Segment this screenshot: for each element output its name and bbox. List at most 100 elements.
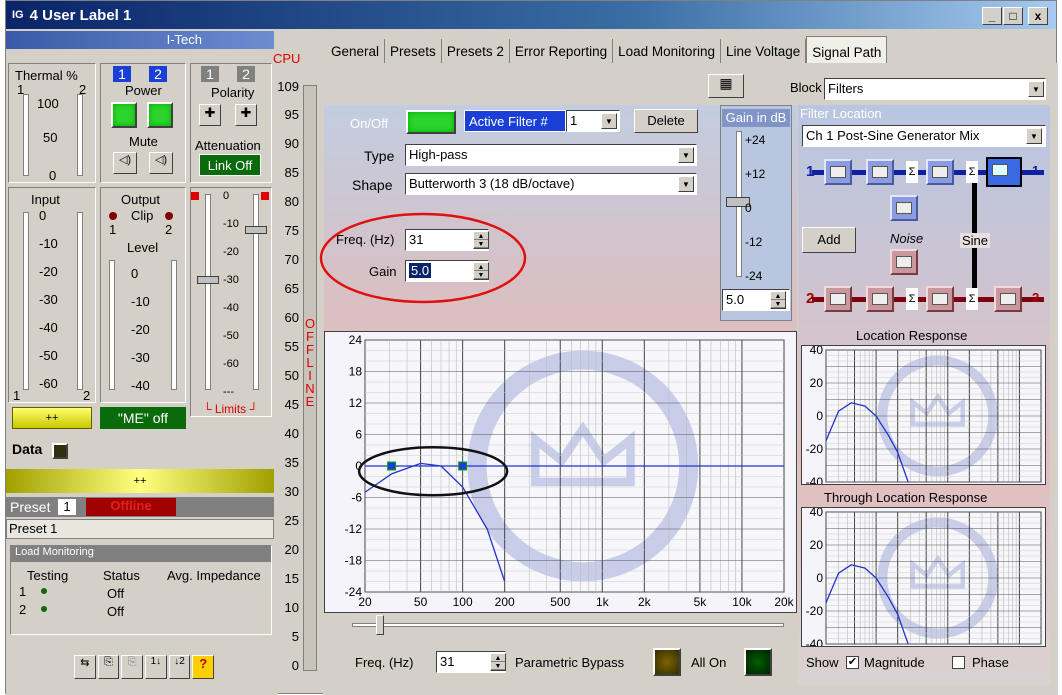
power-ch1-button[interactable]	[111, 102, 137, 128]
ch2-filter-slot-1[interactable]	[824, 286, 852, 312]
tab-line-voltage[interactable]: Line Voltage	[721, 39, 807, 63]
shape-select[interactable]: Butterworth 3 (18 dB/octave)	[405, 173, 697, 195]
filter-location-dropdown-icon[interactable]: ▼	[1026, 128, 1042, 144]
tab-general[interactable]: General	[326, 39, 386, 63]
tick-label: 45	[284, 397, 299, 412]
x-tick-label: 200	[495, 595, 515, 609]
attenuation-label: Attenuation	[195, 138, 261, 153]
tick-label: 55	[284, 339, 299, 354]
attenuation-panel: 0 -10 -20 -30 -40 -50 -60 --- └ Limits ┘	[190, 187, 272, 417]
mute-label: Mute	[129, 134, 158, 149]
output-ch1: 1	[109, 222, 117, 237]
tab-error-reporting[interactable]: Error Reporting	[510, 39, 614, 63]
tick-label: -60	[39, 376, 58, 391]
tab-load-monitoring[interactable]: Load Monitoring	[613, 39, 721, 63]
polarity-ch1-button[interactable]: ✚	[199, 104, 221, 126]
close-button[interactable]: x	[1028, 7, 1048, 25]
ch2-filter-slot-4[interactable]	[994, 286, 1022, 312]
minimize-button[interactable]: _	[982, 7, 1002, 25]
onoff-label: On/Off	[350, 116, 389, 131]
ch1-filter-slot-2[interactable]	[866, 159, 894, 185]
phase-checkbox[interactable]	[952, 656, 965, 669]
all-on-label: All On	[691, 655, 727, 670]
filter-location-select[interactable]: Ch 1 Post-Sine Generator Mix	[802, 125, 1046, 147]
mute-ch2-button[interactable]: ◁)	[149, 152, 173, 174]
add-button[interactable]: Add	[802, 227, 856, 253]
ch1-filter-slot-1[interactable]	[824, 159, 852, 185]
ch1-filter-slot-active[interactable]	[986, 157, 1022, 187]
all-on-button[interactable]	[744, 648, 772, 676]
tab-presets-2[interactable]: Presets 2	[442, 39, 510, 63]
toolbar-icon-2[interactable]: ⎘	[97, 655, 120, 679]
y-tick-label: -40	[806, 637, 824, 647]
filter-onoff-button[interactable]	[406, 110, 456, 134]
polarity-ch2-button[interactable]: ✚	[235, 104, 257, 126]
tick-label: -50	[39, 348, 58, 363]
y-tick-label: -12	[345, 522, 363, 536]
y-tick-label: 20	[810, 538, 824, 552]
load-monitoring-panel: Load Monitoring Testing Status Avg. Impe…	[10, 545, 272, 635]
toolbar-icon-1[interactable]: ⇆	[74, 655, 96, 679]
data-indicator[interactable]	[52, 443, 68, 459]
me-off-button[interactable]: "ME" off	[100, 407, 186, 429]
help-icon[interactable]: ?	[192, 655, 215, 679]
filter-handle[interactable]	[458, 461, 468, 471]
layout-icon[interactable]: ▦	[708, 74, 744, 98]
attenuation-slider-2[interactable]	[245, 226, 267, 234]
ch2-sum-icon-2: Σ	[966, 288, 978, 310]
tab-signal-path[interactable]: Signal Path	[806, 36, 888, 63]
preset-name-text: Preset 1	[9, 521, 58, 536]
tick-label: +24	[745, 133, 766, 147]
power-label: Power	[125, 83, 162, 98]
through-response-title: Through Location Response	[824, 490, 988, 505]
sort-icon-1[interactable]: 1↓	[145, 655, 167, 679]
tick-label: +12	[745, 167, 766, 181]
block-dropdown-icon[interactable]: ▼	[1028, 81, 1044, 97]
input-panel: Input 0 -10 -20 -30 -40 -50 -60 1 2	[8, 187, 96, 403]
link-off-button[interactable]: Link Off	[199, 154, 261, 176]
yellow-button[interactable]: ++	[12, 407, 92, 429]
maximize-button[interactable]: □	[1003, 7, 1023, 25]
attenuation-slider-1[interactable]	[197, 276, 219, 284]
mute-ch1-button[interactable]: ◁)	[113, 152, 137, 174]
power-ch2-button[interactable]	[147, 102, 173, 128]
active-filter-value: 1	[570, 113, 578, 128]
app-window: IG 4 User Label 1 _ □ x I-Tech Thermal %…	[5, 0, 1058, 695]
location-response-chart: 40 20 0 -20 -40	[801, 345, 1046, 485]
filter-handle[interactable]	[387, 461, 397, 471]
ch1-filter-slot-3[interactable]	[926, 159, 954, 185]
parametric-bypass-button[interactable]	[653, 648, 681, 676]
load-row-1-led	[41, 588, 47, 594]
tick-label: 70	[284, 252, 299, 267]
sine-label: Sine	[960, 233, 991, 248]
ch1-out-label: 1	[1032, 163, 1040, 178]
ch1-sum-icon: Σ	[906, 161, 918, 183]
freq-scrollbar-thumb[interactable]	[376, 615, 384, 635]
tab-presets[interactable]: Presets	[385, 39, 442, 63]
offline-vertical-text: OFFLINE	[305, 316, 316, 409]
bottom-freq-spinner[interactable]: ▲ ▼	[490, 653, 506, 671]
frequency-response-chart[interactable]: 24181260-6-12-18-2420 50 100 200 500 1k 2k 5k 10…	[324, 331, 797, 613]
offline-vertical: OFFLINE	[305, 317, 315, 408]
location-response-title: Location Response	[856, 328, 968, 343]
col-status: Status	[103, 568, 140, 583]
ch2-filter-slot-3[interactable]	[926, 286, 954, 312]
noise-filter-slot[interactable]	[890, 195, 918, 221]
preset-number[interactable]: 1	[58, 499, 76, 515]
active-filter-dropdown-icon[interactable]: ▼	[601, 113, 617, 129]
delete-label: Delete	[647, 113, 685, 128]
ch2-filter-slot-2[interactable]	[866, 286, 894, 312]
magnitude-checkbox[interactable]: ✔	[846, 656, 859, 669]
y-tick-label: -40	[806, 475, 824, 485]
block-select[interactable]: Filters	[824, 78, 1046, 100]
toolbar-icon-3[interactable]: ⎘	[121, 655, 144, 679]
sort-icon-2[interactable]: ↓2	[168, 655, 191, 679]
gain-db-spinner[interactable]: ▲ ▼	[770, 291, 786, 309]
shape-dropdown-icon[interactable]: ▼	[678, 176, 694, 192]
type-select[interactable]: High-pass	[405, 144, 697, 166]
type-dropdown-icon[interactable]: ▼	[678, 147, 694, 163]
ch1-label: 1	[806, 163, 815, 180]
noise-ch2-filter-slot[interactable]	[890, 249, 918, 275]
thermal-tick: 0	[49, 168, 57, 183]
delete-button[interactable]: Delete	[634, 109, 698, 133]
